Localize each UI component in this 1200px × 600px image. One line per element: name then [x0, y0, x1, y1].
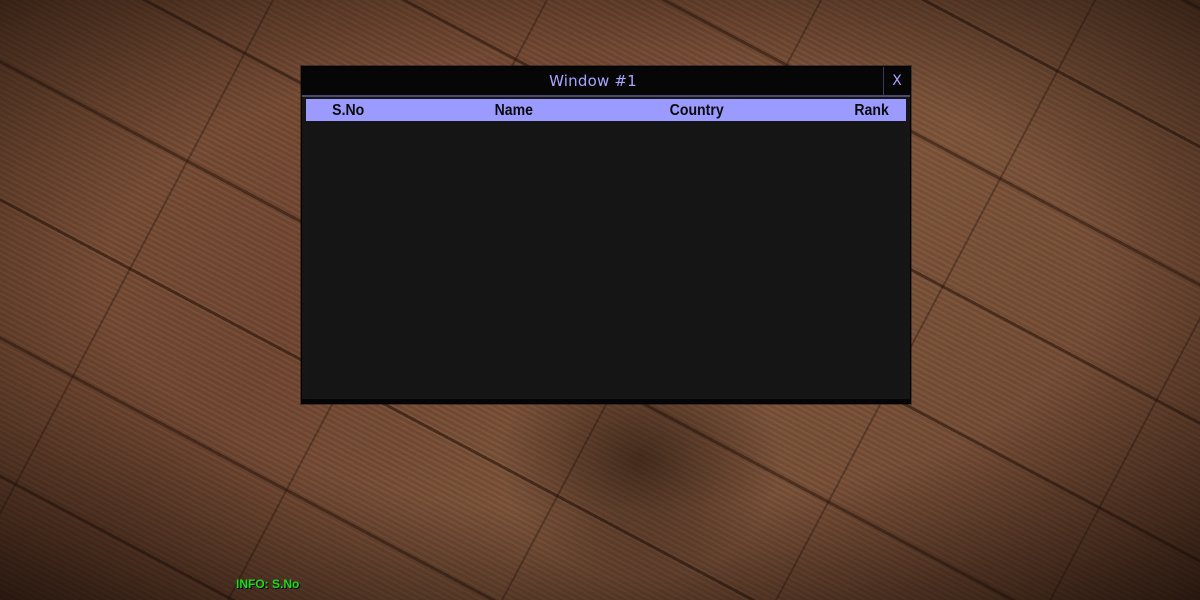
column-header-rank[interactable]: Rank [854, 99, 888, 121]
info-value: S.No [272, 577, 300, 591]
window-title: Window #1 [549, 72, 637, 90]
info-status-text: INFO: S.No [236, 577, 299, 591]
window-bottom-border [302, 399, 910, 403]
column-header-sno[interactable]: S.No [332, 99, 364, 121]
close-button[interactable]: X [883, 67, 910, 95]
window-titlebar[interactable]: Window #1 X [302, 67, 910, 97]
grid-list-header: S.No Name Country Rank [306, 99, 906, 121]
column-header-name[interactable]: Name [495, 99, 533, 121]
column-header-country[interactable]: Country [670, 99, 724, 121]
grid-list[interactable]: S.No Name Country Rank [306, 99, 906, 397]
info-label: INFO: [236, 577, 269, 591]
dialog-window[interactable]: Window #1 X S.No Name Country Rank [301, 66, 911, 404]
